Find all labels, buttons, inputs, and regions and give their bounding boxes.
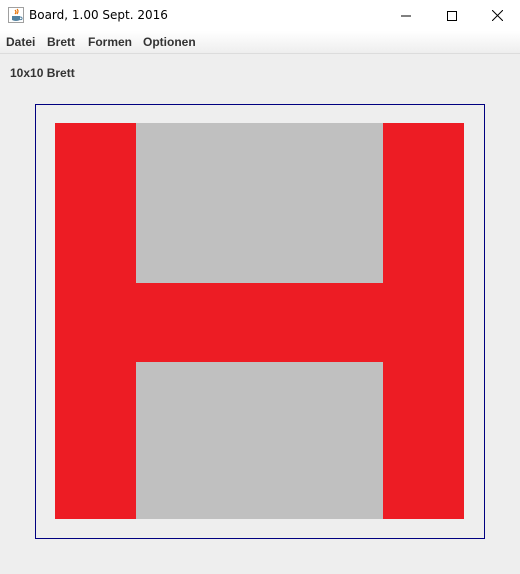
maximize-icon bbox=[447, 10, 457, 21]
close-button[interactable] bbox=[474, 0, 520, 31]
menu-formen[interactable]: Formen bbox=[88, 35, 132, 49]
game-board[interactable] bbox=[55, 123, 464, 519]
close-icon bbox=[491, 10, 503, 21]
shape-crossbar[interactable] bbox=[136, 283, 383, 362]
window-title: Board, 1.00 Sept. 2016 bbox=[29, 8, 168, 22]
shape-right-column[interactable] bbox=[383, 123, 464, 519]
title-bar: Board, 1.00 Sept. 2016 bbox=[0, 0, 520, 31]
minimize-button[interactable] bbox=[383, 0, 429, 31]
board-size-label: 10x10 Brett bbox=[10, 66, 75, 80]
menu-optionen[interactable]: Optionen bbox=[143, 35, 196, 49]
java-cup-icon bbox=[8, 7, 24, 23]
minimize-icon bbox=[401, 15, 411, 16]
menu-brett[interactable]: Brett bbox=[47, 35, 75, 49]
menu-bar: Datei Brett Formen Optionen bbox=[0, 31, 520, 54]
maximize-button[interactable] bbox=[429, 0, 475, 31]
shape-left-column[interactable] bbox=[55, 123, 136, 519]
menu-datei[interactable]: Datei bbox=[6, 35, 35, 49]
